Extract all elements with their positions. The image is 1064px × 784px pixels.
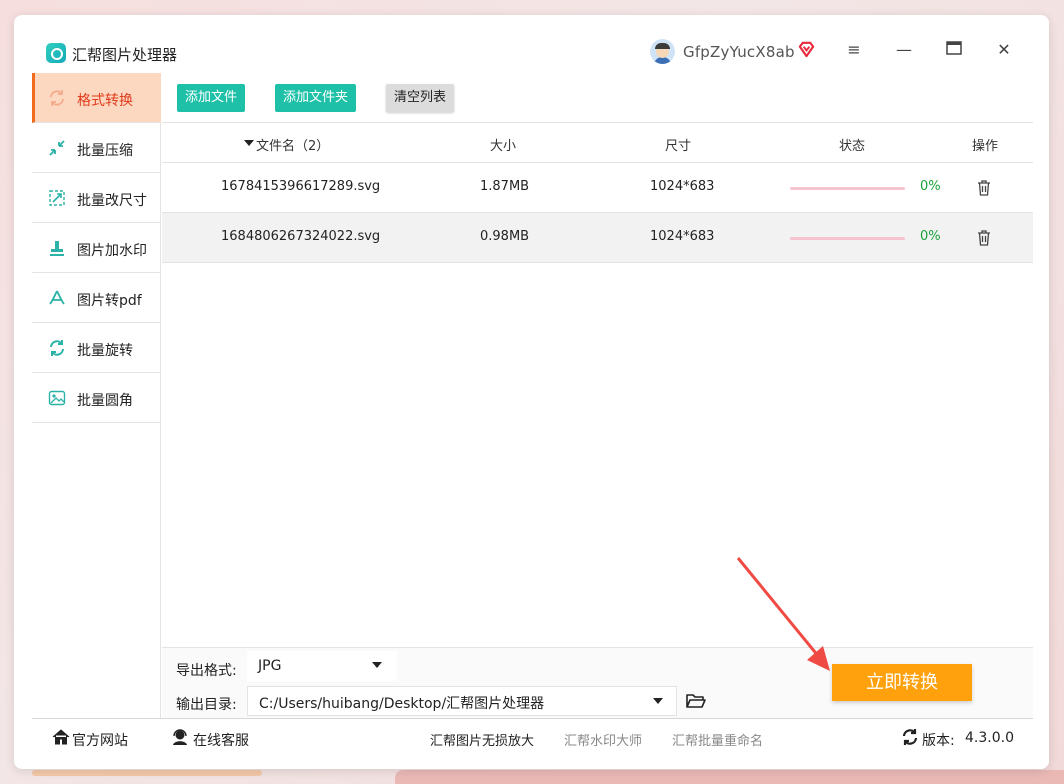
clear-list-button[interactable]: 清空列表: [386, 84, 455, 112]
menu-icon[interactable]: ≡: [845, 41, 863, 59]
sidebar: 格式转换 批量压缩 批量改尺寸 图片加水印 图片转pdf 批量旋转 批量圆角: [32, 73, 161, 718]
sidebar-item-label: 图片加水印: [77, 243, 147, 259]
row-dimensions: 1024*683: [650, 229, 715, 244]
user-avatar[interactable]: [650, 39, 675, 64]
sidebar-item-watermark[interactable]: 图片加水印: [32, 223, 161, 273]
sidebar-item-label: 批量压缩: [77, 143, 133, 159]
row-filename: 1678415396617289.svg: [221, 179, 381, 194]
sidebar-item-label: 格式转换: [77, 93, 133, 109]
row-size: 1.87MB: [480, 179, 530, 194]
header-size: 大小: [490, 139, 517, 154]
resize-icon: [49, 190, 65, 206]
background-strip: [32, 770, 262, 776]
sidebar-item-resize[interactable]: 批量改尺寸: [32, 173, 161, 223]
format-select-value: JPG: [258, 658, 282, 674]
progress-percent: 0%: [920, 179, 941, 194]
header-status: 状态: [839, 139, 866, 154]
footer-link-watermark[interactable]: 汇帮水印大师: [564, 730, 642, 749]
progress-percent: 0%: [920, 229, 941, 244]
rounded-corner-icon: [48, 390, 66, 406]
sidebar-item-format-convert[interactable]: 格式转换: [32, 73, 161, 123]
row-filename: 1684806267324022.svg: [221, 229, 381, 244]
table-header: 文件名（2） 大小 尺寸 状态 操作: [162, 123, 1033, 163]
official-website-link[interactable]: 官方网站: [72, 730, 128, 750]
sidebar-item-label: 批量改尺寸: [77, 193, 147, 209]
footer: 官方网站 在线客服 汇帮图片无损放大 汇帮水印大师 汇帮批量重命名 版本: 4.…: [32, 718, 1033, 755]
sidebar-item-label: 批量圆角: [77, 393, 133, 409]
title-bar: 汇帮图片处理器 GfpZyYucX8ab ≡ — ✕: [14, 15, 1049, 73]
version-number: 4.3.0.0: [965, 730, 1014, 746]
sort-down-icon[interactable]: [244, 140, 254, 147]
progress-bar: [790, 187, 905, 190]
vip-diamond-icon[interactable]: [797, 40, 816, 59]
chevron-down-icon: [372, 662, 382, 668]
customer-service-icon[interactable]: [171, 728, 189, 746]
sidebar-item-rotate[interactable]: 批量旋转: [32, 323, 161, 373]
username[interactable]: GfpZyYucX8ab: [683, 43, 795, 61]
close-icon[interactable]: ✕: [995, 41, 1013, 59]
format-label: 导出格式:: [176, 663, 237, 679]
background-taskbar: [395, 770, 1064, 784]
home-icon[interactable]: [52, 728, 70, 746]
refresh-icon[interactable]: [901, 728, 919, 746]
trash-icon[interactable]: [977, 230, 991, 246]
online-support-link[interactable]: 在线客服: [193, 730, 249, 750]
format-convert-icon: [50, 90, 64, 106]
progress-bar: [790, 237, 905, 240]
output-dir-value: C:/Users/huibang/Desktop/汇帮图片处理器: [259, 696, 545, 712]
version-label: 版本:: [922, 733, 955, 749]
convert-now-button[interactable]: 立即转换: [832, 664, 972, 701]
format-select[interactable]: JPG: [247, 651, 397, 681]
sidebar-item-rounded-corner[interactable]: 批量圆角: [32, 373, 161, 423]
sidebar-item-compress[interactable]: 批量压缩: [32, 123, 161, 173]
header-actions: 操作: [972, 139, 999, 154]
app-title: 汇帮图片处理器: [72, 46, 178, 64]
pdf-icon: [49, 290, 65, 305]
sidebar-item-label: 批量旋转: [77, 343, 133, 359]
add-folder-button[interactable]: 添加文件夹: [275, 84, 357, 112]
header-filename[interactable]: 文件名（2）: [256, 135, 329, 154]
table-row[interactable]: 1678415396617289.svg 1.87MB 1024*683 0%: [162, 163, 1033, 213]
table-row[interactable]: 1684806267324022.svg 0.98MB 1024*683 0%: [162, 213, 1033, 263]
add-file-button[interactable]: 添加文件: [177, 84, 246, 112]
toolbar: 添加文件 添加文件夹 清空列表: [162, 73, 1033, 123]
minimize-icon[interactable]: —: [895, 41, 913, 59]
folder-open-icon[interactable]: [686, 693, 706, 709]
maximize-icon[interactable]: [945, 41, 963, 59]
row-dimensions: 1024*683: [650, 179, 715, 194]
output-dir-label: 输出目录:: [176, 697, 237, 713]
compress-icon: [49, 140, 65, 156]
header-dimensions: 尺寸: [665, 139, 692, 154]
app-window: 汇帮图片处理器 GfpZyYucX8ab ≡ — ✕ 格式转换 批量压缩 批量改…: [14, 15, 1049, 769]
sidebar-item-label: 图片转pdf: [77, 293, 142, 309]
footer-link-upscale[interactable]: 汇帮图片无损放大: [430, 730, 534, 749]
output-dir-select[interactable]: C:/Users/huibang/Desktop/汇帮图片处理器: [247, 686, 677, 716]
trash-icon[interactable]: [977, 180, 991, 196]
watermark-icon: [50, 241, 64, 256]
rotate-icon: [50, 340, 64, 356]
footer-link-rename[interactable]: 汇帮批量重命名: [672, 730, 763, 749]
chevron-down-icon: [653, 698, 663, 704]
row-size: 0.98MB: [480, 229, 530, 244]
sidebar-item-to-pdf[interactable]: 图片转pdf: [32, 273, 161, 323]
app-logo-icon: [46, 43, 66, 63]
